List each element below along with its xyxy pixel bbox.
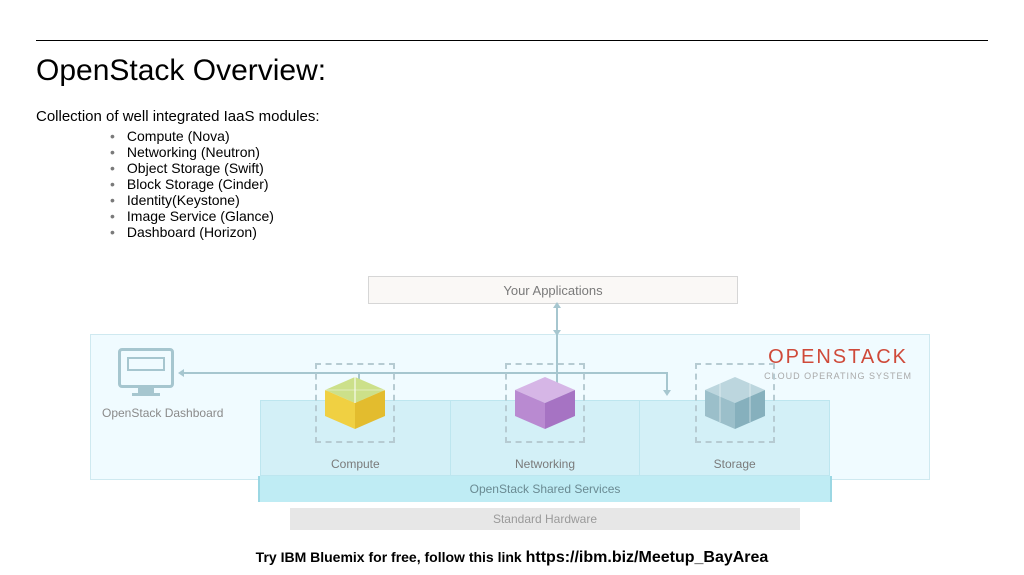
- storage-column: Storage: [640, 401, 829, 475]
- shared-services-bar: OpenStack Shared Services: [258, 476, 832, 502]
- compute-column: Compute: [261, 401, 451, 475]
- footer: Try IBM Bluemix for free, follow this li…: [0, 549, 1024, 567]
- cube-icon: [325, 377, 385, 429]
- list-item: Object Storage (Swift): [110, 160, 274, 176]
- monitor-base: [132, 393, 160, 396]
- your-applications-box: Your Applications: [368, 276, 738, 304]
- monitor-screen: [127, 357, 165, 371]
- list-item: Dashboard (Horizon): [110, 224, 274, 240]
- monitor-icon: [118, 348, 174, 388]
- arrow-icon: [556, 304, 558, 334]
- footer-link[interactable]: https://ibm.biz/Meetup_BayArea: [526, 549, 769, 566]
- footer-text: Try IBM Bluemix for free, follow this li…: [256, 549, 526, 565]
- storage-label: Storage: [640, 457, 829, 471]
- connector-line: [180, 372, 666, 374]
- dashboard-label: OpenStack Dashboard: [102, 406, 223, 420]
- divider: [36, 40, 988, 41]
- cube-frame: [695, 363, 775, 443]
- networking-label: Networking: [451, 457, 640, 471]
- platform-top: Compute Networking: [260, 400, 830, 476]
- list-item: Identity(Keystone): [110, 192, 274, 208]
- list-item: Image Service (Glance): [110, 208, 274, 224]
- list-item: Networking (Neutron): [110, 144, 274, 160]
- list-item: Compute (Nova): [110, 128, 274, 144]
- architecture-diagram: Your Applications APIs OPENSTACK CLOUD O…: [90, 276, 930, 546]
- arrow-icon: [666, 372, 668, 394]
- page-title: OpenStack Overview:: [36, 54, 326, 88]
- brand-text: OPENSTACK: [764, 346, 912, 369]
- cube-icon: [705, 377, 765, 429]
- compute-label: Compute: [261, 457, 450, 471]
- cube-frame: [315, 363, 395, 443]
- cube-icon: [515, 377, 575, 429]
- modules-list: Compute (Nova) Networking (Neutron) Obje…: [110, 128, 274, 240]
- networking-column: Networking: [451, 401, 641, 475]
- list-item: Block Storage (Cinder): [110, 176, 274, 192]
- brand-subtext: CLOUD OPERATING SYSTEM: [764, 371, 912, 381]
- hardware-bar: Standard Hardware: [290, 508, 800, 530]
- subtitle: Collection of well integrated IaaS modul…: [36, 108, 320, 125]
- cube-frame: [505, 363, 585, 443]
- openstack-brand: OPENSTACK CLOUD OPERATING SYSTEM: [764, 346, 912, 381]
